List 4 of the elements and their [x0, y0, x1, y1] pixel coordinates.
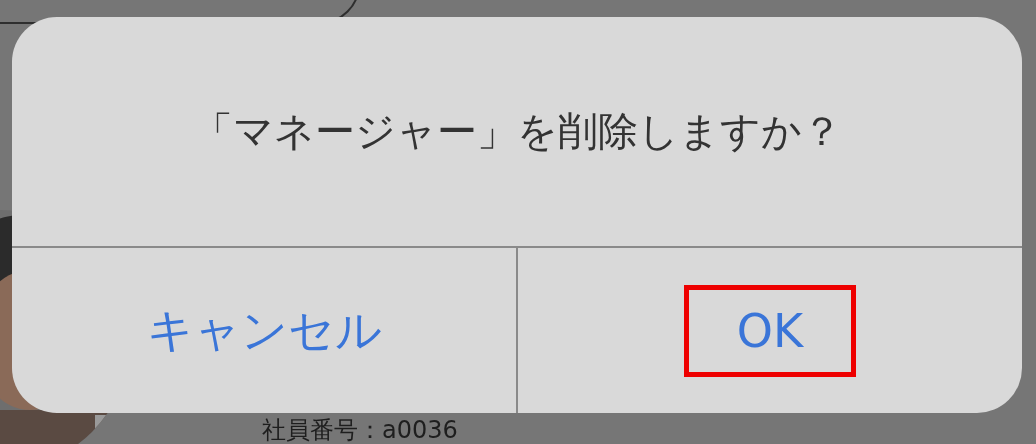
alert-button[interactable]: キャンセル [93, 280, 435, 381]
alert-message: 「マネージャー」を削除しますか？ [192, 107, 842, 156]
employee-number: 社員番号：a0036 [262, 416, 458, 444]
alert-button[interactable]: OK [683, 284, 857, 377]
